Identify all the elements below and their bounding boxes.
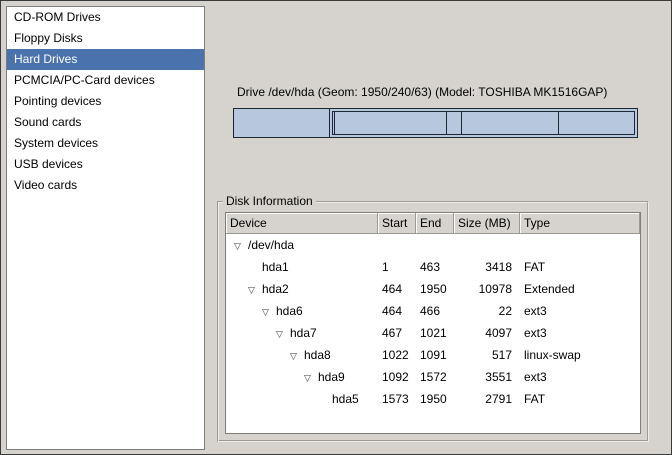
table-row-hda1[interactable]: hda1 14633418FAT <box>226 256 640 278</box>
device-name: hda7 <box>290 326 317 340</box>
size-mb-cell: 4097 <box>454 322 520 344</box>
sidebar-item-hard-drives[interactable]: Hard Drives <box>7 49 204 70</box>
table-header-row: DeviceStartEndSize (MB)Type <box>226 213 640 234</box>
device-name: hda8 <box>304 348 331 362</box>
end-cell: 1021 <box>416 322 454 344</box>
sidebar-item-pcmcia-pc-card-devices[interactable]: PCMCIA/PC-Card devices <box>7 70 204 91</box>
start-cell <box>378 234 416 256</box>
column-header-start[interactable]: Start <box>378 213 416 234</box>
table-row-hda8[interactable]: ▽hda810221091517linux-swap <box>226 344 640 366</box>
disk-information-frame: Disk Information DeviceStartEndSize (MB)… <box>217 201 649 442</box>
start-cell: 1092 <box>378 366 416 388</box>
size-mb-cell: 22 <box>454 300 520 322</box>
device-cell: ▽hda7 <box>226 322 378 344</box>
expander-triangle-icon[interactable]: ▽ <box>262 301 276 322</box>
partition-segment-hda8[interactable] <box>446 112 460 134</box>
table-row-hda5[interactable]: hda5 157319502791FAT <box>226 388 640 410</box>
device-cell: ▽hda9 <box>226 366 378 388</box>
sidebar-item-video-cards[interactable]: Video cards <box>7 175 204 196</box>
type-cell: ext3 <box>520 300 640 322</box>
device-name: /dev/hda <box>248 238 294 252</box>
end-cell: 466 <box>416 300 454 322</box>
device-cell: ▽hda2 <box>226 278 378 300</box>
partition-segment-hda9[interactable] <box>461 112 558 134</box>
start-cell: 1573 <box>378 388 416 410</box>
device-name: hda2 <box>262 282 289 296</box>
type-cell: linux-swap <box>520 344 640 366</box>
extended-partition-box <box>332 111 635 135</box>
end-cell: 1091 <box>416 344 454 366</box>
size-mb-cell <box>454 234 520 256</box>
end-cell: 1572 <box>416 366 454 388</box>
table-row-hda9[interactable]: ▽hda9109215723551ext3 <box>226 366 640 388</box>
type-cell: Extended <box>520 278 640 300</box>
type-cell: FAT <box>520 388 640 410</box>
size-mb-cell: 3418 <box>454 256 520 278</box>
device-cell: ▽hda6 <box>226 300 378 322</box>
start-cell: 1 <box>378 256 416 278</box>
type-cell: FAT <box>520 256 640 278</box>
device-category-list: CD-ROM DrivesFloppy DisksHard DrivesPCMC… <box>6 6 205 450</box>
size-mb-cell: 2791 <box>454 388 520 410</box>
start-cell: 1022 <box>378 344 416 366</box>
table-row-hda7[interactable]: ▽hda746710214097ext3 <box>226 322 640 344</box>
column-header-type[interactable]: Type <box>520 213 640 234</box>
device-name: hda1 <box>262 260 289 274</box>
type-cell <box>520 234 640 256</box>
column-header-device[interactable]: Device <box>226 213 378 234</box>
column-header-end[interactable]: End <box>416 213 454 234</box>
sidebar-item-cd-rom-drives[interactable]: CD-ROM Drives <box>7 7 204 28</box>
device-cell: ▽/dev/hda <box>226 234 378 256</box>
device-cell: hda1 <box>226 256 378 278</box>
start-cell: 464 <box>378 300 416 322</box>
end-cell: 463 <box>416 256 454 278</box>
start-cell: 467 <box>378 322 416 344</box>
sidebar-item-sound-cards[interactable]: Sound cards <box>7 112 204 133</box>
partition-segment-hda5[interactable] <box>558 112 634 134</box>
disk-information-table: DeviceStartEndSize (MB)Type ▽/dev/hdahda… <box>225 212 641 434</box>
sidebar-item-pointing-devices[interactable]: Pointing devices <box>7 91 204 112</box>
type-cell: ext3 <box>520 366 640 388</box>
table-body: ▽/dev/hdahda114633418FAT▽hda246419501097… <box>226 234 640 410</box>
drive-info-label: Drive /dev/hda (Geom: 1950/240/63) (Mode… <box>237 85 607 99</box>
size-mb-cell: 10978 <box>454 278 520 300</box>
table-row-hda2[interactable]: ▽hda2464195010978Extended <box>226 278 640 300</box>
type-cell: ext3 <box>520 322 640 344</box>
partition-segment-hda2[interactable] <box>330 109 637 137</box>
partition-segment-hda7[interactable] <box>334 112 446 134</box>
size-mb-cell: 3551 <box>454 366 520 388</box>
expander-triangle-icon[interactable]: ▽ <box>248 279 262 300</box>
device-name: hda6 <box>276 304 303 318</box>
sidebar-item-floppy-disks[interactable]: Floppy Disks <box>7 28 204 49</box>
expander-triangle-icon[interactable]: ▽ <box>304 367 318 388</box>
table-row-dev-hda[interactable]: ▽/dev/hda <box>226 234 640 256</box>
hardware-browser-window: CD-ROM DrivesFloppy DisksHard DrivesPCMC… <box>0 0 672 455</box>
device-cell: hda5 <box>226 388 378 410</box>
partition-segment-hda1[interactable] <box>234 109 330 137</box>
end-cell <box>416 234 454 256</box>
expander-triangle-icon[interactable]: ▽ <box>234 235 248 256</box>
disk-information-frame-label: Disk Information <box>223 194 316 208</box>
start-cell: 464 <box>378 278 416 300</box>
expander-triangle-icon[interactable]: ▽ <box>276 323 290 344</box>
end-cell: 1950 <box>416 278 454 300</box>
expander-triangle-icon[interactable]: ▽ <box>290 345 304 366</box>
sidebar-item-usb-devices[interactable]: USB devices <box>7 154 204 175</box>
table-row-hda6[interactable]: ▽hda646446622ext3 <box>226 300 640 322</box>
column-header-size-mb[interactable]: Size (MB) <box>454 213 520 234</box>
sidebar-item-system-devices[interactable]: System devices <box>7 133 204 154</box>
device-cell: ▽hda8 <box>226 344 378 366</box>
partition-bar <box>233 108 638 138</box>
device-name: hda9 <box>318 370 345 384</box>
size-mb-cell: 517 <box>454 344 520 366</box>
device-name: hda5 <box>332 392 359 406</box>
end-cell: 1950 <box>416 388 454 410</box>
